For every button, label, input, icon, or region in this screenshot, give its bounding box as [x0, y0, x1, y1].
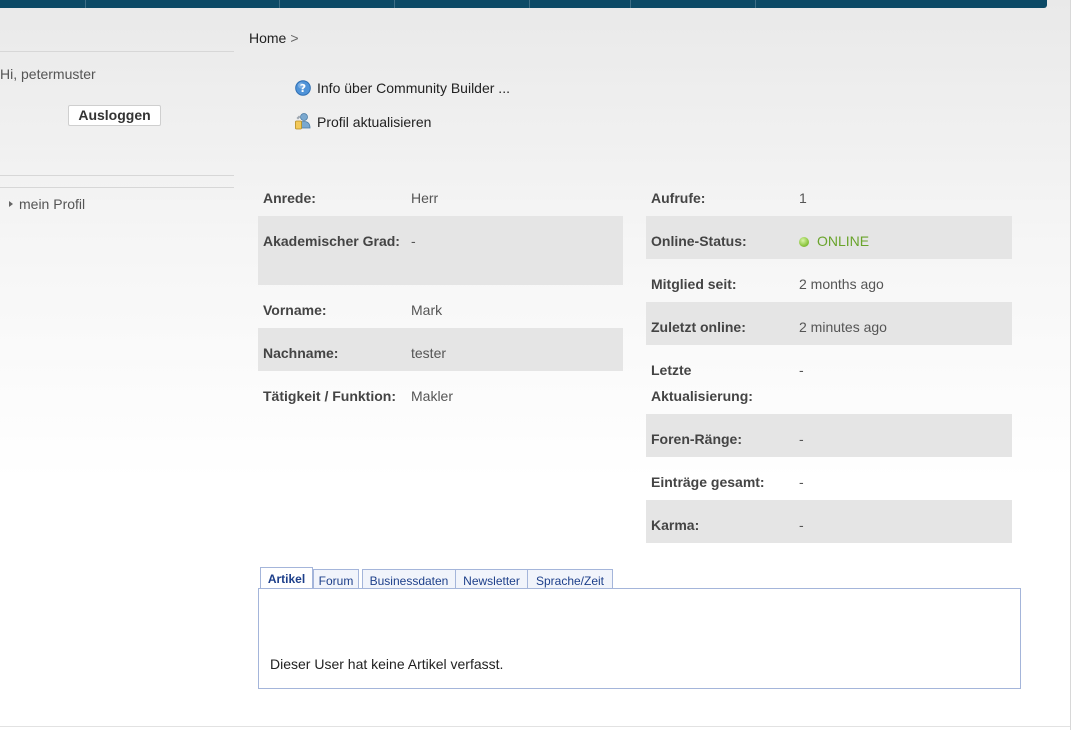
profile-row: Karma: - — [646, 500, 1012, 543]
field-label: Vorname: — [263, 302, 327, 318]
field-value: 2 minutes ago — [794, 302, 1012, 345]
field-label: Anrede: — [263, 190, 316, 206]
field-value: - — [799, 474, 804, 490]
tab-panel-artikel: Dieser User hat keine Artikel verfasst. — [258, 588, 1021, 689]
field-label: Mitglied seit: — [651, 276, 737, 292]
community-builder-info-link[interactable]: ? Info über Community Builder ... — [295, 80, 510, 96]
tab-forum[interactable]: Forum — [313, 569, 359, 590]
profile-row: Letzte Aktualisierung: - — [646, 345, 1012, 414]
nav-separator — [279, 0, 280, 8]
field-label: Foren-Ränge: — [646, 414, 794, 457]
field-label: Akademischer Grad: — [258, 216, 406, 285]
field-value: tester — [406, 328, 623, 371]
sidebar-divider — [0, 175, 234, 176]
field-label: Letzte Aktualisierung: — [651, 362, 753, 404]
profile-table-left: Anrede: Herr Akademischer Grad: - Vornam… — [258, 173, 623, 414]
profile-row: Aufrufe: 1 — [646, 173, 1012, 216]
field-value: 2 months ago — [799, 276, 884, 292]
online-status-text: ONLINE — [817, 233, 870, 249]
field-value: - — [794, 414, 1012, 457]
profile-row: Foren-Ränge: - — [646, 414, 1012, 457]
profile-table-right: Aufrufe: 1 Online-Status: ONLINE Mitglie… — [646, 173, 1012, 543]
field-value: ONLINE — [794, 216, 1012, 259]
field-value: Mark — [411, 302, 443, 318]
profile-row: Mitglied seit: 2 months ago — [646, 259, 1012, 302]
profile-row: Vorname: Mark — [258, 285, 623, 328]
page-edge — [1070, 0, 1074, 730]
empty-articles-message: Dieser User hat keine Artikel verfasst. — [270, 656, 504, 672]
tab-newsletter[interactable]: Newsletter — [455, 569, 528, 590]
nav-separator — [630, 0, 631, 8]
field-label: Einträge gesamt: — [651, 474, 765, 490]
profile-row: Nachname: tester — [258, 328, 623, 371]
profile-row: Tätigkeit / Funktion: Makler — [258, 371, 623, 414]
sidebar-divider — [0, 187, 234, 188]
tab-businessdaten[interactable]: Businessdaten — [362, 569, 456, 590]
nav-separator — [755, 0, 756, 8]
user-greeting: Hi, petermuster — [0, 66, 96, 82]
field-label: Karma: — [646, 500, 794, 543]
breadcrumb-separator: > — [290, 30, 299, 46]
field-value: Makler — [411, 388, 454, 404]
nav-separator — [85, 0, 86, 8]
field-label: Online-Status: — [646, 216, 794, 259]
sidebar-item-label: mein Profil — [19, 196, 86, 212]
logout-button[interactable]: Ausloggen — [68, 105, 161, 126]
nav-separator — [394, 0, 395, 8]
online-status-icon — [799, 237, 809, 247]
profile-row: Online-Status: ONLINE — [646, 216, 1012, 259]
profile-row: Einträge gesamt: - — [646, 457, 1012, 500]
top-navigation-bar[interactable] — [0, 0, 1047, 8]
field-value: 1 — [799, 190, 807, 206]
field-value: - — [794, 500, 1012, 543]
breadcrumb-home-link[interactable]: Home — [249, 30, 286, 46]
sidebar-item-mein-profil[interactable]: mein Profil — [9, 196, 85, 212]
field-label: Tätigkeit / Funktion: — [263, 388, 396, 404]
user-edit-icon — [295, 112, 311, 130]
bottom-divider — [0, 726, 1070, 727]
menu-arrow-icon — [9, 201, 13, 207]
breadcrumb: Home > — [249, 30, 299, 46]
field-value: - — [406, 216, 623, 285]
field-value: Herr — [411, 190, 439, 206]
svg-text:?: ? — [300, 82, 306, 95]
nav-separator — [529, 0, 530, 8]
tab-sprache-zeit[interactable]: Sprache/Zeit — [527, 569, 613, 590]
profile-row: Anrede: Herr — [258, 173, 623, 216]
help-icon: ? — [295, 80, 311, 96]
field-value: - — [799, 362, 804, 378]
action-label: Profil aktualisieren — [317, 114, 432, 130]
action-label: Info über Community Builder ... — [317, 80, 510, 96]
sidebar-divider — [0, 51, 234, 52]
field-label: Nachname: — [258, 328, 406, 371]
field-label: Aufrufe: — [651, 190, 706, 206]
field-label: Zuletzt online: — [646, 302, 794, 345]
profile-row: Zuletzt online: 2 minutes ago — [646, 302, 1012, 345]
update-profile-link[interactable]: Profil aktualisieren — [295, 112, 431, 130]
profile-row: Akademischer Grad: - — [258, 216, 623, 285]
